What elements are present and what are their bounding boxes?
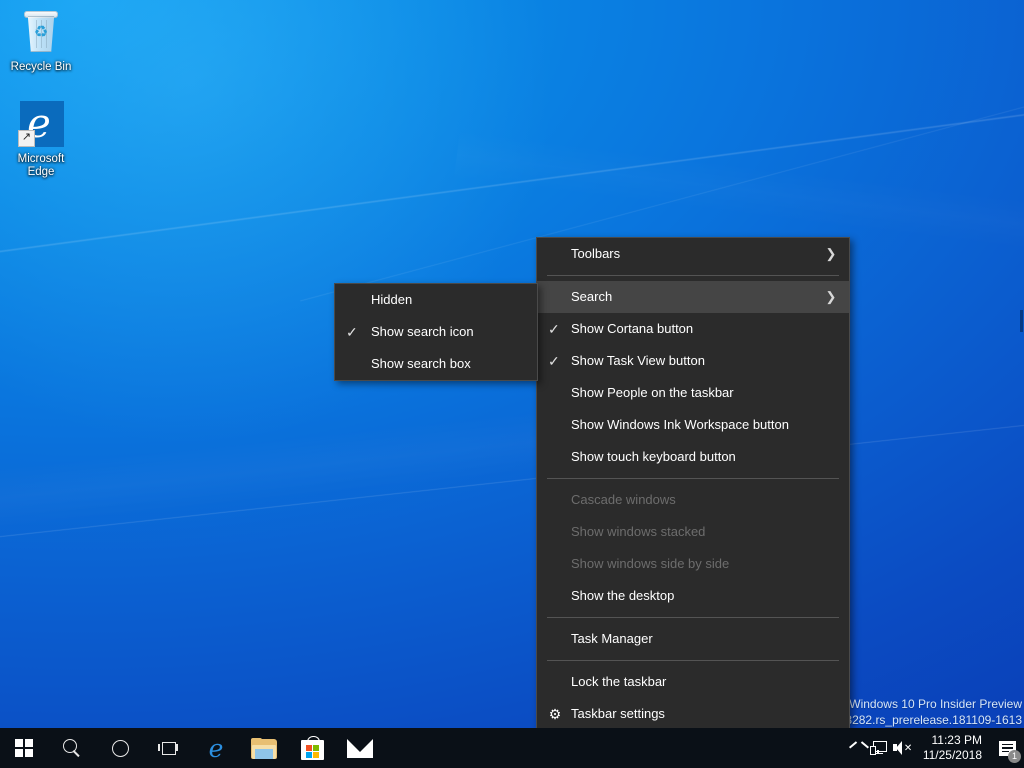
menu-item-show-windows-stacked: Show windows stacked bbox=[537, 516, 849, 548]
clock-time: 11:23 PM bbox=[931, 733, 982, 747]
menu-item-label: Taskbar settings bbox=[571, 706, 665, 721]
menu-item-taskbar-settings[interactable]: ⚙ Taskbar settings bbox=[537, 698, 849, 730]
clock-date: 11/25/2018 bbox=[922, 748, 982, 762]
shortcut-arrow-icon: ↗ bbox=[18, 130, 35, 147]
clock-button[interactable]: 11:23 PM 11/25/2018 bbox=[915, 728, 992, 768]
menu-separator bbox=[547, 275, 839, 276]
menu-item-show-windows-side-by-side: Show windows side by side bbox=[537, 548, 849, 580]
menu-item-label: Hidden bbox=[371, 292, 413, 307]
microsoft-edge-icon: e ↗ bbox=[17, 100, 65, 148]
menu-item-lock-the-taskbar[interactable]: Lock the taskbar bbox=[537, 666, 849, 698]
search-submenu[interactable]: Hidden ✓ Show search icon Show search bo… bbox=[334, 283, 538, 381]
windows-build-watermark: Windows 10 Pro Insider Preview 18282.rs_… bbox=[839, 696, 1022, 728]
menu-item-show-people-on-the-taskbar[interactable]: Show People on the taskbar bbox=[537, 377, 849, 409]
submenu-item-show-search-icon[interactable]: ✓ Show search icon bbox=[335, 316, 537, 348]
menu-item-label: Search bbox=[571, 289, 613, 304]
network-button[interactable] bbox=[867, 728, 891, 768]
volume-button[interactable]: ✕ bbox=[891, 728, 915, 768]
start-button[interactable] bbox=[0, 728, 48, 768]
submenu-item-show-search-box[interactable]: Show search box bbox=[335, 348, 537, 380]
gear-icon: ⚙ bbox=[548, 706, 562, 722]
action-center-button[interactable]: 1 bbox=[992, 728, 1022, 768]
watermark-line-2: 18282.rs_prerelease.181109-1613 bbox=[838, 713, 1022, 727]
desktop-icon-label: Microsoft Edge bbox=[17, 153, 65, 178]
menu-item-label: Show touch keyboard button bbox=[571, 449, 736, 464]
menu-item-label: Task Manager bbox=[571, 631, 653, 646]
menu-item-cascade-windows: Cascade windows bbox=[537, 484, 849, 516]
menu-item-label: Show windows stacked bbox=[571, 524, 706, 539]
taskbar-context-menu[interactable]: Toolbars ❯ Search ❯ ✓ Show Cortana butto… bbox=[536, 237, 850, 731]
volume-muted-icon: ✕ bbox=[892, 740, 913, 756]
menu-item-task-manager[interactable]: Task Manager bbox=[537, 623, 849, 655]
cortana-icon bbox=[110, 738, 130, 758]
file-explorer-icon bbox=[251, 737, 277, 759]
menu-item-label: Show People on the taskbar bbox=[571, 385, 734, 400]
search-button[interactable] bbox=[48, 728, 96, 768]
menu-item-search[interactable]: Search ❯ bbox=[537, 281, 849, 313]
menu-separator bbox=[547, 660, 839, 661]
microsoft-edge-icon: e bbox=[208, 734, 224, 763]
wallpaper-ray-2 bbox=[0, 415, 1024, 542]
microsoft-store-icon bbox=[300, 736, 324, 760]
wallpaper-ray-1 bbox=[0, 92, 1024, 261]
menu-item-show-the-desktop[interactable]: Show the desktop bbox=[537, 580, 849, 612]
taskbar-buttons: e bbox=[0, 728, 384, 768]
menu-item-show-cortana-button[interactable]: ✓ Show Cortana button bbox=[537, 313, 849, 345]
task-view-button[interactable] bbox=[144, 728, 192, 768]
chevron-up-icon bbox=[848, 741, 869, 754]
menu-item-label: Show Cortana button bbox=[571, 321, 694, 336]
menu-separator bbox=[547, 617, 839, 618]
desktop-icon-recycle-bin[interactable]: ♻ Recycle Bin bbox=[3, 8, 79, 74]
menu-item-toolbars[interactable]: Toolbars ❯ bbox=[537, 238, 849, 270]
microsoft-store-button[interactable] bbox=[288, 728, 336, 768]
check-icon: ✓ bbox=[548, 321, 560, 337]
menu-item-label: Show Windows Ink Workspace button bbox=[571, 417, 789, 432]
watermark-line-1: Windows 10 Pro Insider Preview bbox=[849, 697, 1022, 711]
mail-button[interactable] bbox=[336, 728, 384, 768]
show-hidden-icons-button[interactable] bbox=[843, 728, 869, 768]
task-view-icon bbox=[158, 738, 178, 758]
chevron-right-icon: ❯ bbox=[825, 289, 837, 304]
check-icon: ✓ bbox=[346, 324, 358, 340]
screen-edge-artifact bbox=[1020, 310, 1023, 332]
submenu-item-hidden[interactable]: Hidden bbox=[335, 284, 537, 316]
menu-item-label: Show search icon bbox=[371, 324, 474, 339]
menu-separator bbox=[547, 478, 839, 479]
windows-logo-icon bbox=[15, 739, 33, 757]
menu-item-show-task-view-button[interactable]: ✓ Show Task View button bbox=[537, 345, 849, 377]
desktop-screen: ♻ Recycle Bin e ↗ Microsoft Edge Windows… bbox=[0, 0, 1024, 768]
chevron-right-icon: ❯ bbox=[825, 246, 837, 261]
menu-item-label: Toolbars bbox=[571, 246, 621, 261]
menu-item-label: Cascade windows bbox=[571, 492, 676, 507]
menu-item-show-touch-keyboard-button[interactable]: Show touch keyboard button bbox=[537, 441, 849, 473]
menu-item-show-windows-ink-workspace-button[interactable]: Show Windows Ink Workspace button bbox=[537, 409, 849, 441]
taskbar[interactable]: e ✕ 11:23 PM 11/25/2018 1 bbox=[0, 728, 1024, 768]
cortana-button[interactable] bbox=[96, 728, 144, 768]
action-center-badge: 1 bbox=[1008, 750, 1021, 763]
desktop-icon-label: Recycle Bin bbox=[10, 61, 72, 73]
network-icon bbox=[870, 740, 888, 756]
file-explorer-button[interactable] bbox=[240, 728, 288, 768]
menu-item-label: Lock the taskbar bbox=[571, 674, 667, 689]
mail-icon bbox=[347, 738, 373, 758]
menu-item-label: Show Task View button bbox=[571, 353, 705, 368]
system-tray: ✕ 11:23 PM 11/25/2018 1 bbox=[843, 728, 1024, 768]
menu-item-label: Show the desktop bbox=[571, 588, 675, 603]
microsoft-edge-button[interactable]: e bbox=[192, 728, 240, 768]
menu-item-label: Show search box bbox=[371, 356, 471, 371]
menu-item-label: Show windows side by side bbox=[571, 556, 730, 571]
search-icon bbox=[62, 738, 82, 758]
check-icon: ✓ bbox=[548, 353, 560, 369]
desktop-wallpaper[interactable] bbox=[0, 0, 1024, 768]
recycle-bin-icon: ♻ bbox=[17, 8, 65, 56]
desktop-icon-microsoft-edge[interactable]: e ↗ Microsoft Edge bbox=[3, 100, 79, 179]
